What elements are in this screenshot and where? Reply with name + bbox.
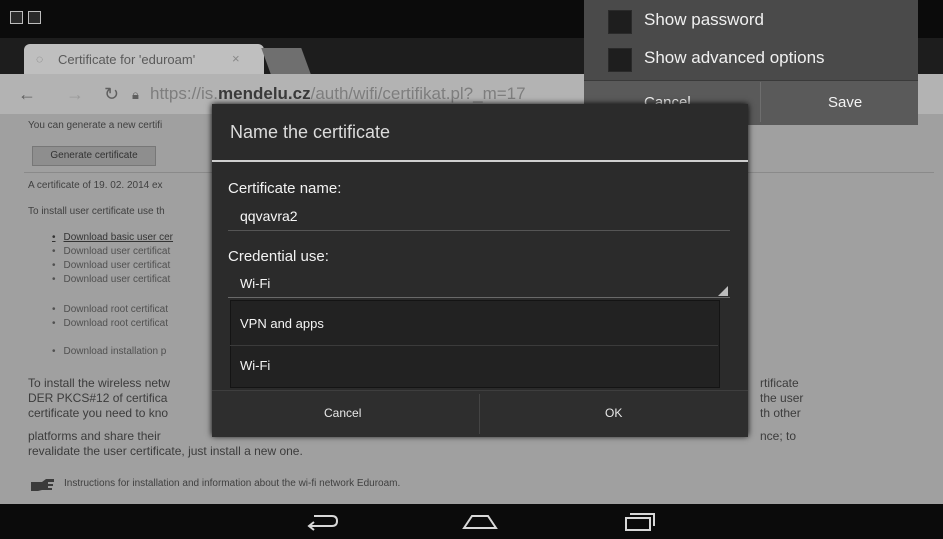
show-password-checkbox[interactable] — [608, 10, 632, 34]
paragraph-line: To install the wireless netw — [28, 376, 171, 390]
dialog-title: Name the certificate — [230, 122, 391, 142]
url-prefix: https://is. — [150, 84, 219, 103]
url-path: /auth/wifi/certifikat.pl?_m=17 — [310, 84, 526, 103]
forward-arrow-icon[interactable]: → — [66, 84, 84, 105]
show-password-label: Show password — [644, 10, 765, 29]
hand-pointer-icon — [30, 478, 56, 492]
show-advanced-checkbox-row[interactable]: Show advanced options — [598, 40, 898, 76]
credential-use-select[interactable]: Wi-Fi — [240, 276, 270, 291]
recents-icon[interactable] — [622, 510, 656, 538]
download-link[interactable]: Download user certificat — [52, 260, 171, 271]
globe-icon: ◌ — [36, 52, 44, 66]
dialog-cancel-button[interactable]: Cancel — [324, 406, 361, 420]
back-icon[interactable] — [306, 510, 340, 538]
page-text-line: A certificate of 19. 02. 2014 ex — [28, 180, 163, 191]
show-advanced-label: Show advanced options — [644, 48, 825, 67]
paragraph-line: revalidate the user certificate, just in… — [28, 444, 303, 458]
select-underline — [228, 297, 730, 298]
tab-close-icon[interactable]: × — [232, 51, 240, 66]
paragraph-line: nce; to — [760, 429, 797, 443]
notification-icon — [10, 11, 23, 24]
url-field[interactable]: https://is.mendelu.cz/auth/wifi/certifik… — [150, 84, 526, 104]
credential-use-dropdown — [230, 300, 720, 388]
page-text-line: To install user certificate use th — [28, 206, 165, 217]
back-arrow-icon[interactable]: ← — [18, 84, 36, 105]
download-link[interactable]: Download user certificat — [52, 274, 171, 285]
lock-icon: 🔒︎ — [132, 87, 139, 102]
reload-icon[interactable]: ↻ — [104, 84, 119, 105]
divider — [760, 82, 761, 122]
download-link[interactable]: Download root certificat — [52, 318, 169, 329]
credential-use-label: Credential use: — [228, 248, 329, 265]
option-vpn-and-apps[interactable]: VPN and apps — [240, 316, 324, 331]
download-link[interactable]: Download basic user cer — [52, 232, 174, 243]
browser-tab[interactable]: ◌ Certificate for 'eduroam' × — [24, 44, 264, 74]
url-host: mendelu.cz — [218, 84, 311, 103]
divider — [479, 394, 480, 434]
certificate-name-input[interactable]: qqvavra2 — [240, 208, 298, 224]
paragraph-line: certificate you need to kno — [28, 406, 169, 420]
dialog-ok-button[interactable]: OK — [605, 406, 622, 420]
option-wi-fi[interactable]: Wi-Fi — [240, 358, 270, 373]
download-link[interactable]: Download installation p — [52, 346, 167, 357]
tab-title: Certificate for 'eduroam' — [58, 52, 196, 67]
input-underline — [228, 230, 730, 231]
paragraph-line: rtificate — [760, 376, 799, 390]
show-advanced-checkbox[interactable] — [608, 48, 632, 72]
image-icon — [28, 11, 41, 24]
download-link[interactable]: Download root certificat — [52, 304, 169, 315]
dropdown-arrow-icon[interactable] — [718, 286, 728, 296]
page-text-line: You can generate a new certifi — [28, 120, 163, 131]
paragraph-line: DER PKCS#12 of certifica — [28, 391, 168, 405]
generate-certificate-button[interactable]: Generate certificate — [32, 146, 156, 166]
eduroam-info-link[interactable]: Instructions for installation and inform… — [64, 478, 400, 489]
certificate-name-label: Certificate name: — [228, 180, 342, 197]
paragraph-line: platforms and share their — [28, 429, 161, 443]
paragraph-line: the user — [760, 391, 804, 405]
home-icon[interactable] — [462, 510, 498, 538]
divider — [230, 345, 718, 346]
download-link[interactable]: Download user certificat — [52, 246, 171, 257]
divider — [212, 160, 748, 162]
dialog-button-bar — [212, 390, 748, 437]
popup-save-button[interactable]: Save — [828, 94, 862, 111]
show-password-checkbox-row[interactable]: Show password — [598, 2, 898, 38]
paragraph-line: th other — [760, 406, 801, 420]
